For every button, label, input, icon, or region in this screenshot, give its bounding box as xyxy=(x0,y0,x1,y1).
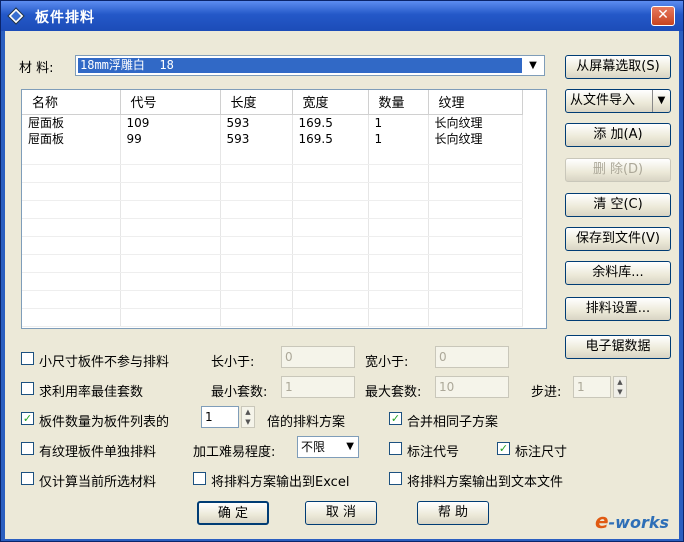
cell-quantity: 1 xyxy=(368,130,429,147)
table-empty-row xyxy=(22,200,523,219)
col-header-length[interactable]: 长度 xyxy=(220,90,293,115)
merge-same-label: 合并相同子方案 xyxy=(407,415,499,430)
small-excluded-label: 小尺寸板件不参与排料 xyxy=(39,355,170,370)
remnant-library-button[interactable]: 余料库... xyxy=(565,261,671,285)
cell-length: 593 xyxy=(220,114,293,131)
table-empty-row xyxy=(22,182,523,201)
ok-button[interactable]: 确 定 xyxy=(197,501,269,525)
mark-size-label: 标注尺寸 xyxy=(515,445,568,460)
select-from-screen-button[interactable]: 从屏幕选取(S) xyxy=(565,55,671,79)
table-empty-row xyxy=(22,290,523,309)
current-material-checkbox[interactable] xyxy=(21,472,34,485)
parts-table[interactable]: 名称 代号 长度 宽度 数量 纹理 屉面板 109 593 169.5 1 长向… xyxy=(21,89,547,329)
cell-name: 屉面板 xyxy=(22,114,121,131)
material-combo[interactable]: 18mm浮雕白 18 ▼ xyxy=(75,55,545,76)
merge-same-checkbox[interactable]: ✓ xyxy=(389,412,402,425)
table-row[interactable]: 屉面板 109 593 169.5 1 长向纹理 xyxy=(22,114,523,131)
grain-separate-checkbox[interactable] xyxy=(21,442,34,455)
export-text-checkbox[interactable] xyxy=(389,472,402,485)
export-excel-checkbox[interactable] xyxy=(193,472,206,485)
step-spinner[interactable]: ▲ ▼ xyxy=(613,376,627,398)
cell-code: 99 xyxy=(120,130,221,147)
min-sets-label: 最小套数: xyxy=(211,385,268,400)
import-from-file-label: 从文件导入 xyxy=(570,93,636,108)
mark-size-checkbox[interactable]: ✓ xyxy=(497,442,510,455)
table-row[interactable]: 屉面板 99 593 169.5 1 长向纹理 xyxy=(22,130,523,147)
dialog-window: 板件排料 ✕ 材 料: 18mm浮雕白 18 ▼ 从屏幕选取(S) 从文件导入 … xyxy=(0,0,684,542)
saw-data-button[interactable]: 电子锯数据 xyxy=(565,335,671,359)
material-value: 18mm浮雕白 18 xyxy=(78,58,522,73)
step-input[interactable]: 1 xyxy=(573,376,611,398)
qty-multiple-spinner[interactable]: ▲ ▼ xyxy=(241,406,255,428)
app-diamond-icon xyxy=(7,7,25,25)
eworks-watermark: e-works xyxy=(594,509,669,533)
dialog-client: 材 料: 18mm浮雕白 18 ▼ 从屏幕选取(S) 从文件导入 ▼ 添 加(A… xyxy=(5,31,679,539)
col-header-grain[interactable]: 纹理 xyxy=(428,90,523,115)
length-less-input[interactable]: 0 xyxy=(281,346,355,368)
grain-separate-label: 有纹理板件单独排料 xyxy=(39,445,157,460)
layout-settings-button[interactable]: 排料设置... xyxy=(565,297,671,321)
add-button[interactable]: 添 加(A) xyxy=(565,123,671,147)
chevron-down-icon[interactable]: ▼ xyxy=(524,58,542,73)
import-from-file-button[interactable]: 从文件导入 ▼ xyxy=(565,89,671,113)
col-header-width[interactable]: 宽度 xyxy=(292,90,369,115)
cell-name: 屉面板 xyxy=(22,130,121,147)
col-header-name[interactable]: 名称 xyxy=(22,90,121,115)
cell-grain: 长向纹理 xyxy=(428,130,523,147)
cell-length: 593 xyxy=(220,130,293,147)
title-bar[interactable]: 板件排料 ✕ xyxy=(1,1,683,31)
export-text-label: 将排料方案输出到文本文件 xyxy=(407,475,564,490)
help-button[interactable]: 帮 助 xyxy=(417,501,489,525)
step-label: 步进: xyxy=(531,385,562,400)
difficulty-select[interactable]: 不限 ▼ xyxy=(297,436,359,458)
cancel-button[interactable]: 取 消 xyxy=(305,501,377,525)
cell-width: 169.5 xyxy=(292,114,369,131)
min-sets-input[interactable]: 1 xyxy=(281,376,355,398)
small-excluded-checkbox[interactable] xyxy=(21,352,34,365)
qty-multiple-checkbox[interactable]: ✓ xyxy=(21,412,34,425)
current-material-label: 仅计算当前所选材料 xyxy=(39,475,157,490)
table-empty-row xyxy=(22,236,523,255)
table-empty-row xyxy=(22,272,523,291)
table-empty-row xyxy=(22,254,523,273)
delete-button[interactable]: 删 除(D) xyxy=(565,158,671,182)
clear-button[interactable]: 清 空(C) xyxy=(565,193,671,217)
table-empty-row xyxy=(22,146,523,165)
table-empty-row xyxy=(22,164,523,183)
col-header-code[interactable]: 代号 xyxy=(120,90,221,115)
table-empty-row xyxy=(22,218,523,237)
cell-quantity: 1 xyxy=(368,114,429,131)
mark-code-checkbox[interactable] xyxy=(389,442,402,455)
mark-code-label: 标注代号 xyxy=(407,445,460,460)
close-button[interactable]: ✕ xyxy=(651,6,675,26)
save-to-file-button[interactable]: 保存到文件(V) xyxy=(565,227,671,251)
table-empty-row xyxy=(22,308,523,327)
cell-grain: 长向纹理 xyxy=(428,114,523,131)
best-sets-label: 求利用率最佳套数 xyxy=(39,385,144,400)
max-sets-label: 最大套数: xyxy=(365,385,422,400)
best-sets-checkbox[interactable] xyxy=(21,382,34,395)
export-excel-label: 将排料方案输出到Excel xyxy=(211,475,350,490)
qty-multiple-input[interactable]: 1 xyxy=(201,406,239,428)
qty-multiple-label: 板件数量为板件列表的 xyxy=(39,415,170,430)
length-less-label: 长小于: xyxy=(211,355,255,370)
difficulty-value: 不限 xyxy=(301,440,326,454)
table-header-row: 名称 代号 长度 宽度 数量 纹理 xyxy=(22,90,523,115)
chevron-down-icon[interactable]: ▼ xyxy=(346,437,354,457)
qty-multiple-suffix: 倍的排料方案 xyxy=(267,415,346,430)
dropdown-arrow-icon[interactable]: ▼ xyxy=(652,90,670,112)
max-sets-input[interactable]: 10 xyxy=(435,376,509,398)
col-header-quantity[interactable]: 数量 xyxy=(368,90,429,115)
material-label: 材 料: xyxy=(19,61,54,76)
width-less-input[interactable]: 0 xyxy=(435,346,509,368)
window-title: 板件排料 xyxy=(35,10,95,26)
difficulty-label: 加工难易程度: xyxy=(193,445,276,460)
cell-width: 169.5 xyxy=(292,130,369,147)
width-less-label: 宽小于: xyxy=(365,355,409,370)
cell-code: 109 xyxy=(120,114,221,131)
